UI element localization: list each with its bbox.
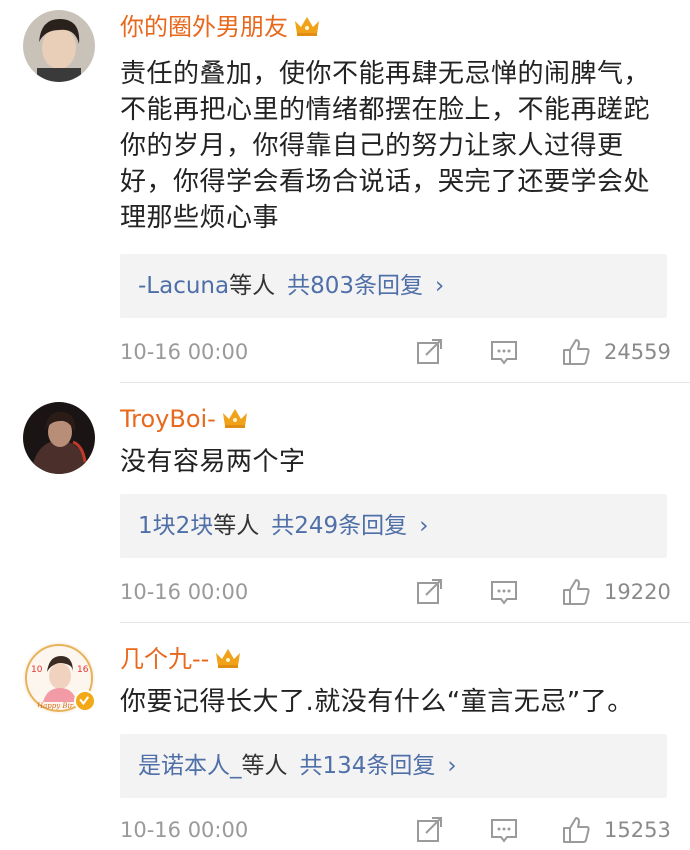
- username[interactable]: 几个九--: [120, 644, 243, 674]
- reply-users[interactable]: 是诺本人_: [138, 753, 242, 779]
- username[interactable]: 你的圈外男朋友: [120, 12, 322, 42]
- reply-suffix: 等人: [229, 273, 276, 299]
- divider: [120, 622, 690, 623]
- avatar-caption: Happy Bir: [36, 702, 74, 710]
- reply-users[interactable]: -Lacuna: [138, 273, 229, 299]
- reply-suffix: 等人: [241, 753, 288, 779]
- username-text[interactable]: TroyBoi-: [120, 405, 216, 433]
- comment-icon[interactable]: [488, 814, 520, 846]
- svg-text:16: 16: [77, 665, 89, 675]
- like-icon[interactable]: [560, 576, 592, 608]
- comment-icon[interactable]: [488, 336, 520, 368]
- username[interactable]: TroyBoi-: [120, 404, 250, 434]
- chevron-right-icon: ›: [435, 273, 445, 299]
- replies-preview[interactable]: -Lacuna等人 共803条回复 ›: [120, 254, 667, 318]
- svg-text:10: 10: [31, 665, 43, 675]
- comment-footer: 10-16 00:00 19220: [120, 574, 671, 610]
- share-icon[interactable]: [414, 814, 446, 846]
- replies-preview[interactable]: 是诺本人_等人 共134条回复 ›: [120, 734, 667, 798]
- timestamp: 10-16 00:00: [120, 580, 249, 604]
- comment-footer: 10-16 00:00 24559: [120, 334, 671, 370]
- username-text[interactable]: 你的圈外男朋友: [120, 13, 288, 41]
- chevron-right-icon: ›: [447, 753, 457, 779]
- reply-count[interactable]: 共803条回复: [287, 273, 423, 299]
- comment-text: 责任的叠加，使你不能再肆无忌惮的闹脾气，不能再把心里的情绪都摆在脸上，不能再蹉跎…: [120, 59, 651, 233]
- comment-footer: 10-16 00:00 15253: [120, 812, 671, 848]
- verified-badge-icon: [74, 690, 96, 712]
- timestamp: 10-16 00:00: [120, 340, 249, 364]
- timestamp: 10-16 00:00: [120, 818, 249, 842]
- divider: [120, 382, 690, 383]
- reply-count[interactable]: 共249条回复: [271, 513, 407, 539]
- comment-text: 你要记得长大了.就没有什么“童言无忌”了。: [120, 687, 634, 717]
- reply-count[interactable]: 共134条回复: [300, 753, 436, 779]
- crown-vip-icon: [213, 646, 243, 670]
- comment-icon[interactable]: [488, 576, 520, 608]
- crown-vip-icon: [292, 14, 322, 38]
- avatar[interactable]: [23, 10, 95, 82]
- like-icon[interactable]: [560, 336, 592, 368]
- crown-vip-icon: [220, 406, 250, 430]
- share-icon[interactable]: [414, 576, 446, 608]
- like-icon[interactable]: [560, 814, 592, 846]
- share-icon[interactable]: [414, 336, 446, 368]
- replies-preview[interactable]: 1块2块等人 共249条回复 ›: [120, 494, 667, 558]
- reply-suffix: 等人: [213, 513, 260, 539]
- username-text[interactable]: 几个九--: [120, 645, 209, 673]
- chevron-right-icon: ›: [419, 513, 429, 539]
- like-count: 15253: [604, 818, 671, 842]
- reply-users[interactable]: 1块2块: [138, 513, 213, 539]
- avatar[interactable]: [23, 402, 95, 474]
- comment-text: 没有容易两个字: [120, 447, 306, 477]
- like-count: 24559: [604, 340, 671, 364]
- like-count: 19220: [604, 580, 671, 604]
